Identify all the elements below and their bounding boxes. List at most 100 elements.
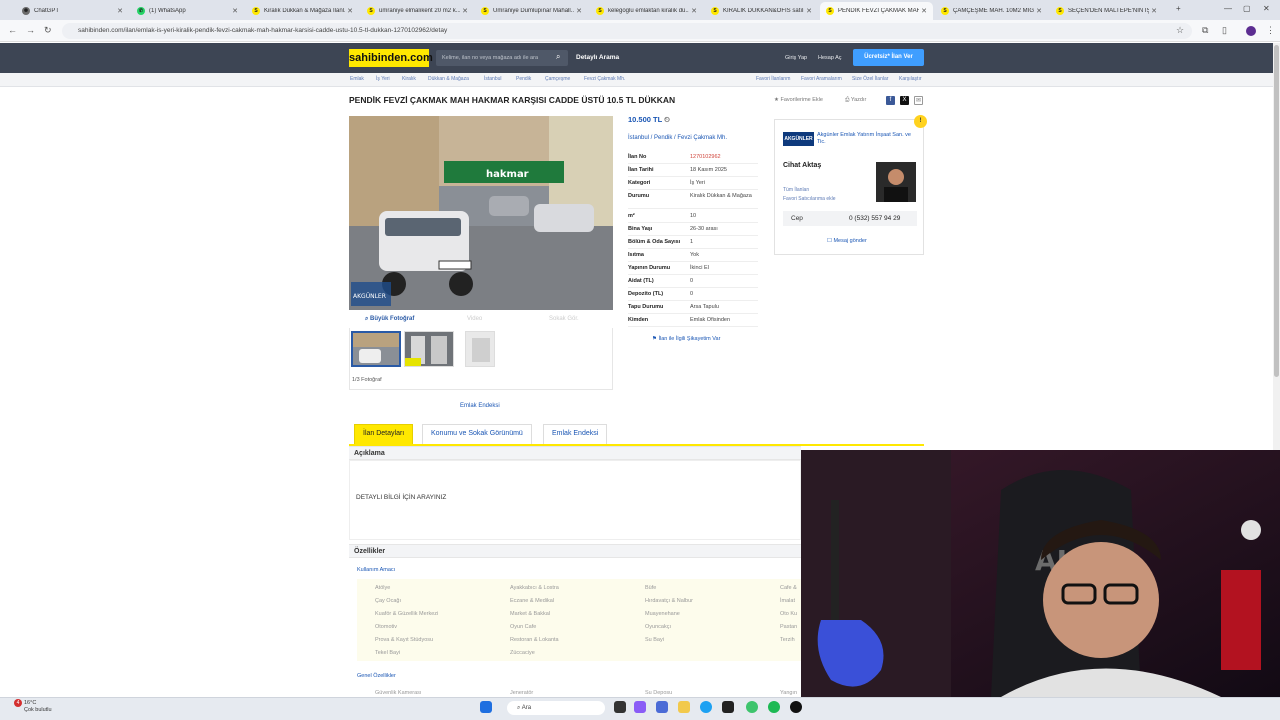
browser-tab[interactable]: S ÇAMÇEŞME MAH. 10M2 MİĞA... ✕ [935,2,1048,20]
forward-icon[interactable]: → [26,25,35,35]
tab-close-icon[interactable]: ✕ [462,7,468,15]
taskbar-search[interactable]: ⌕ Ara [507,701,605,715]
phone-row[interactable]: Cep 0 (532) 557 94 29 [783,211,917,226]
new-tab-button[interactable]: + [1176,4,1181,13]
sahibinden-logo[interactable]: sahibinden.com [349,49,433,67]
browser-tab[interactable]: S SEÇEN'DEN MALTEPE'NİN İŞ... ✕ [1050,2,1163,20]
edge-icon[interactable] [700,701,712,713]
browser-tab[interactable]: S KİRALIK DÜKKAN&OFİS satılık... ✕ [705,2,818,20]
store-icon[interactable] [722,701,734,713]
detail-key: Depozito (TL) [628,291,664,297]
agency-name[interactable]: Akgünler Emlak Yatırım İnşaat San. ve Ti… [817,132,917,146]
profile-avatar[interactable] [1246,26,1256,36]
breadcrumb-item[interactable]: Dükkan & Mağaza [428,76,469,82]
agency-logo[interactable]: AKGÜNLER [783,132,814,146]
breadcrumb-item[interactable]: Kiralık [402,76,416,82]
breadcrumb-item[interactable]: Çamçeşme [545,76,570,82]
detail-key: Aidat (TL) [628,278,654,284]
all-ads-link[interactable]: Tüm İlanları [783,187,809,193]
price-history-icon[interactable]: ⏲ [664,115,670,124]
complain-link[interactable]: ⚑ İlan ile İlgili Şikayetim Var [652,336,720,342]
print-link[interactable]: ⎙ Yazdır [845,97,866,104]
breadcrumb-item[interactable]: Fevzi Çakmak Mh. [584,76,625,82]
maximize-icon[interactable]: ▢ [1243,4,1251,13]
browser-tab[interactable]: Skelegoglu emlaktan kiralık dü... ✕ [590,2,703,20]
tab-close-icon[interactable]: ✕ [921,7,927,15]
close-window-icon[interactable]: ✕ [1263,4,1270,13]
copilot-icon[interactable] [634,701,646,713]
send-message-link[interactable]: ☐ Mesaj gönder [827,238,867,244]
listing-price: 10.500 TL ⏲ [628,115,670,125]
add-favorite-link[interactable]: ★ Favorilerime Ekle [774,97,823,103]
big-photo-label: Büyük Fotoğraf [370,316,415,322]
mail-share-icon[interactable]: ✉ [914,96,923,105]
sidebar-icon[interactable]: ▯ [1222,25,1227,36]
bookmark-star-icon[interactable]: ☆ [1176,25,1184,36]
detail-value: 1270102962 [690,154,721,160]
breadcrumb-right-link[interactable]: Size Özel İlanlar [852,76,888,82]
tab-close-icon[interactable]: ✕ [117,7,123,15]
minimize-icon[interactable]: — [1224,4,1232,13]
tab-emlak-endeksi[interactable]: Emlak Endeksi [543,424,608,444]
x-share-icon[interactable]: X [900,96,909,105]
facebook-share-icon[interactable]: f [886,96,895,105]
back-icon[interactable]: ← [8,25,17,35]
menu-dots-icon[interactable]: ⋮ [1266,25,1275,36]
tab-close-icon[interactable]: ✕ [576,7,582,15]
teams-icon[interactable] [656,701,668,713]
tab-location-street-view[interactable]: Konumu ve Sokak Görünümü [422,424,532,444]
browser-tab[interactable]: Sümraniye elmalıkent 20 m2 k... ✕ [361,2,474,20]
main-photo[interactable]: hakmar AKGÜNLER [349,116,613,310]
task-view-icon[interactable] [614,701,626,713]
scrollbar-thumb[interactable] [1274,45,1279,377]
extensions-icon[interactable]: ⧉ [1202,25,1208,36]
big-photo-link[interactable]: ⌕ Büyük Fotoğraf [365,316,414,323]
detail-row: Bölüm & Oda Sayısı 1 [628,236,758,249]
browser-tab[interactable]: ✆ (1) WhatsApp ✕ [131,2,244,20]
detail-row: Tapu Durumu Arsa Tapulu [628,301,758,314]
app-icon[interactable] [790,701,802,713]
breadcrumb-item[interactable]: Pendik [516,76,531,82]
browser-tab[interactable]: S PENDİK FEVZİ ÇAKMAK MAH... ✕ [820,2,933,20]
feature-item: Ayakkabıcı & Lostra [510,585,559,591]
emlak-endeksi-link[interactable]: Emlak Endeksi [460,403,500,409]
tab-listing-details[interactable]: İlan Detayları [354,424,414,444]
detailed-search-link[interactable]: Detaylı Arama [576,54,619,61]
phone-number: 0 (532) 557 94 29 [849,215,901,222]
weather-icon[interactable]: 4 [6,699,22,713]
phone-label: Cep [791,215,803,222]
favorite-seller-link[interactable]: Favori Satıcılarıma ekle [783,196,836,202]
file-explorer-icon[interactable] [678,701,690,713]
tab-close-icon[interactable]: ✕ [806,7,812,15]
browser-tab[interactable]: S Ümraniye Dumlupınar Mahall... ✕ [475,2,588,20]
breadcrumb-item[interactable]: Emlak [350,76,364,82]
search-input[interactable]: Kelime, ilan no veya mağaza adı ile ara [436,50,568,66]
login-link[interactable]: Giriş Yap [785,55,807,61]
photo-toolbar: ⌕ Büyük Fotoğraf Video Sokak Gör. [349,312,613,328]
search-icon[interactable]: ⌕ [556,52,560,62]
weather-widget[interactable]: 16°C Çok bulutlu [24,700,52,714]
start-icon[interactable] [480,701,492,713]
tab-close-icon[interactable]: ✕ [347,7,353,15]
badge-icon[interactable]: ! [914,115,927,128]
tab-close-icon[interactable]: ✕ [232,7,238,15]
breadcrumb [0,73,1273,87]
post-ad-button[interactable]: Ücretsiz* İlan Ver [853,49,924,66]
browser-tab[interactable]: ✺ ChatGPT ✕ [16,2,129,20]
chrome-icon[interactable] [746,701,758,713]
reload-icon[interactable]: ↻ [44,25,52,36]
listing-location[interactable]: İstanbul / Pendik / Fevzi Çakmak Mh. [628,135,727,141]
tab-close-icon[interactable]: ✕ [1036,7,1042,15]
detail-value: Kiralık Dükkan & Mağaza [690,193,752,199]
tab-close-icon[interactable]: ✕ [691,7,697,15]
breadcrumb-right-link[interactable]: Favori Aramalarım [801,76,842,82]
breadcrumb-item[interactable]: İstanbul [484,76,502,82]
browser-tab[interactable]: S Kiralık Dükkan & Mağaza İlanl... ✕ [246,2,359,20]
register-link[interactable]: Hesap Aç [818,55,842,61]
spotify-icon[interactable] [768,701,780,713]
tab-close-icon[interactable]: ✕ [1151,7,1157,15]
url-field[interactable]: sahibinden.com/ilan/emlak-is-yeri-kirali… [62,23,1192,39]
breadcrumb-item[interactable]: İş Yeri [376,76,390,82]
breadcrumb-right-link[interactable]: Karşılaştır [899,76,922,82]
breadcrumb-right-link[interactable]: Favori İlanlarım [756,76,790,82]
